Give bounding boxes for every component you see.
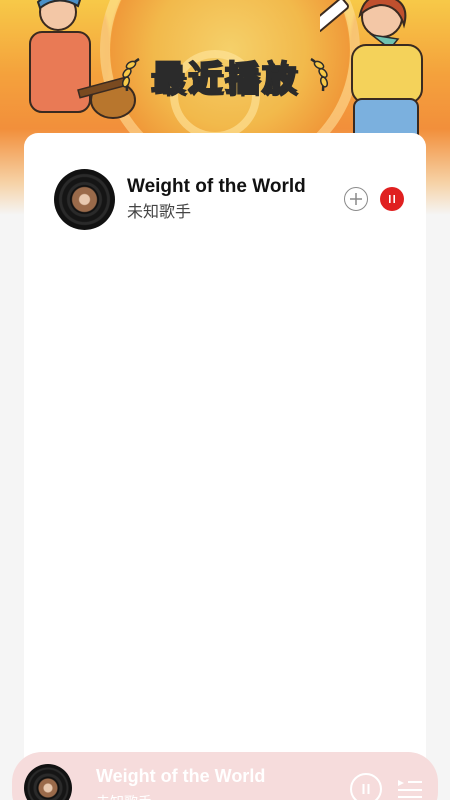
recent-list-card: Weight of the World 未知歌手 bbox=[24, 133, 426, 793]
laurel-right-icon bbox=[310, 57, 329, 92]
song-text: Weight of the World 未知歌手 bbox=[127, 175, 336, 223]
player-pause-button[interactable] bbox=[350, 773, 382, 800]
song-title: Weight of the World bbox=[127, 176, 306, 197]
player-song-title: Weight of the World bbox=[96, 766, 266, 786]
laurel-left-icon bbox=[121, 57, 140, 92]
plus-circle-icon bbox=[350, 193, 362, 205]
title-wrap: 最近播放 bbox=[0, 50, 450, 100]
player-vinyl-disc-icon bbox=[24, 764, 72, 800]
page-title: 最近播放 bbox=[150, 58, 299, 100]
pause-icon bbox=[362, 784, 370, 794]
pause-icon bbox=[389, 195, 395, 203]
add-to-playlist-button[interactable] bbox=[344, 187, 368, 211]
mini-player[interactable]: Weight of the World 未知歌手 bbox=[12, 752, 438, 800]
player-song-artist: 未知歌手 bbox=[96, 792, 152, 800]
vinyl-disc-icon bbox=[54, 168, 115, 230]
song-artist: 未知歌手 bbox=[127, 202, 192, 221]
playlist-icon[interactable] bbox=[396, 776, 424, 800]
list-item[interactable]: Weight of the World 未知歌手 bbox=[54, 168, 404, 230]
now-playing-pause-button[interactable] bbox=[380, 187, 404, 211]
